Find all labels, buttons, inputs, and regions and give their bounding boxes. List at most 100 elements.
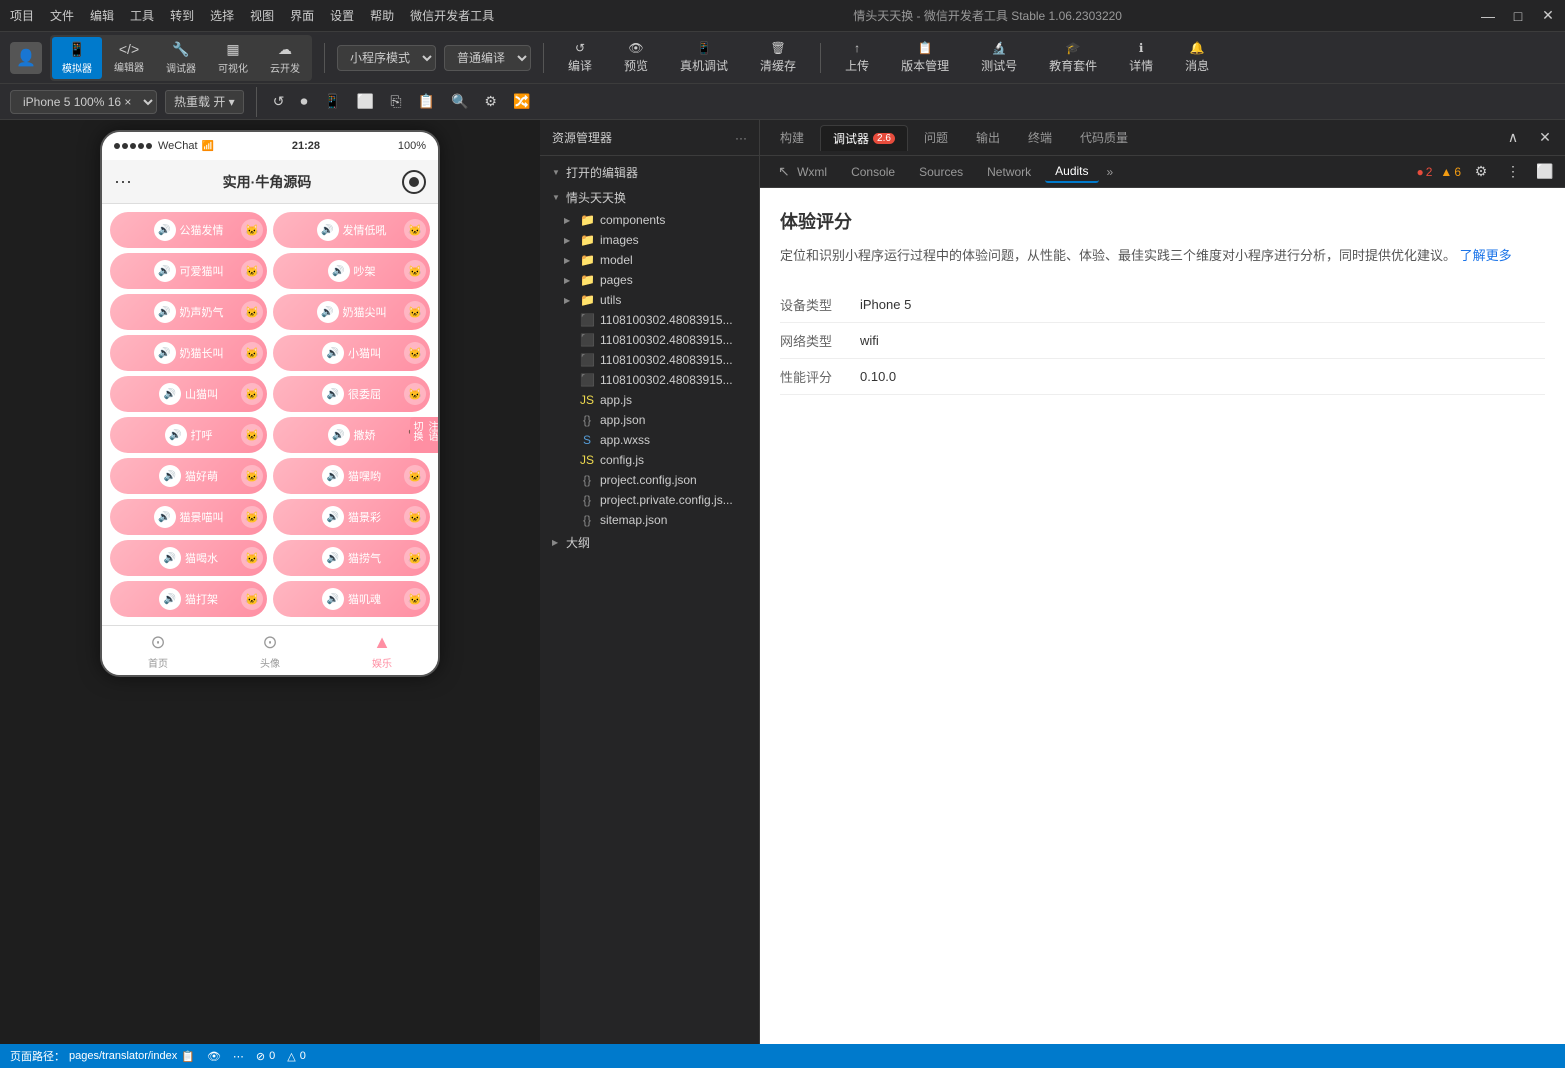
sound-btn-1-1[interactable]: 🔊 吵架 🐱 — [273, 253, 430, 289]
tab-issues[interactable]: 问题 — [912, 125, 960, 150]
collapse-debugger-btn[interactable]: ∧ — [1501, 126, 1525, 150]
phone-preview-icon[interactable]: 📱 — [319, 93, 344, 110]
tree-appwxss[interactable]: S app.wxss — [540, 430, 759, 450]
sound-btn-2-0[interactable]: 🔊 奶声奶气 🐱 — [110, 294, 267, 330]
minimize-button[interactable]: — — [1481, 9, 1495, 23]
tree-components[interactable]: ▶ 📁 components — [540, 210, 759, 230]
tab-debugger[interactable]: 调试器 2.6 — [820, 125, 908, 151]
menu-item-edit[interactable]: 编辑 — [90, 7, 114, 24]
sound-btn-6-1[interactable]: 🔊 猫嘿哟 🐱 — [273, 458, 430, 494]
subtab-audits[interactable]: Audits — [1045, 161, 1098, 183]
message-btn[interactable]: 🔔 消息 — [1173, 37, 1221, 78]
menu-item-help[interactable]: 帮助 — [370, 7, 394, 24]
sound-btn-5-1[interactable]: 🔊 撒娇 🐕 — [273, 417, 430, 453]
copy-icon[interactable]: ⎘ — [386, 93, 405, 110]
path-copy-icon[interactable]: 📋 — [181, 1050, 195, 1063]
switch-overlay[interactable]: 切换注语 — [410, 417, 438, 453]
tree-projectconfig[interactable]: {} project.config.json — [540, 470, 759, 490]
close-button[interactable]: ✕ — [1541, 9, 1555, 23]
details-btn[interactable]: ℹ 详情 — [1117, 37, 1165, 78]
cloud-btn[interactable]: ☁ 云开发 — [260, 37, 310, 79]
visual-btn[interactable]: ▦ 可视化 — [208, 37, 258, 79]
status-more-icon[interactable]: ⋯ — [233, 1050, 244, 1063]
clear-cache-btn[interactable]: 🗑 清缓存 — [748, 37, 808, 78]
simulator-btn[interactable]: 📱 模拟器 — [52, 37, 102, 79]
tree-projectprivate[interactable]: {} project.private.config.js... — [540, 490, 759, 510]
tree-configjs[interactable]: JS config.js — [540, 450, 759, 470]
outline-section[interactable]: ▶ 大纲 — [540, 530, 759, 555]
project-section[interactable]: ▼ 情头天天换 — [540, 185, 759, 210]
switch-icon[interactable]: 🔀 — [509, 93, 534, 110]
paste-icon[interactable]: 📋 — [414, 93, 439, 110]
menu-item-select[interactable]: 选择 — [210, 7, 234, 24]
sound-btn-7-1[interactable]: 🔊 猫景彩 🐱 — [273, 499, 430, 535]
compile-select[interactable]: 普通编译 — [444, 45, 531, 71]
status-preview-icon[interactable]: 👁 — [207, 1050, 221, 1063]
sound-btn-1-0[interactable]: 🔊 可爱猫叫 🐱 — [110, 253, 267, 289]
sound-btn-2-1[interactable]: 🔊 奶猫尖叫 🐱 — [273, 294, 430, 330]
menu-item-file[interactable]: 文件 — [50, 7, 74, 24]
tree-utils[interactable]: ▶ 📁 utils — [540, 290, 759, 310]
bottom-nav-home[interactable]: ⊙ 首页 — [102, 626, 214, 675]
tree-file-2[interactable]: ⬛ 1108100302.48083915... — [540, 350, 759, 370]
menu-item-tools[interactable]: 工具 — [130, 7, 154, 24]
maximize-button[interactable]: □ — [1511, 9, 1525, 23]
hot-reload-btn[interactable]: 热重载 开 ▾ — [165, 90, 244, 114]
sound-btn-8-1[interactable]: 🔊 猫捞气 🐱 — [273, 540, 430, 576]
device-select[interactable]: iPhone 5 100% 16 × — [10, 90, 157, 114]
nav-back-dots[interactable]: ··· — [114, 171, 132, 192]
menu-item-project[interactable]: 项目 — [10, 7, 34, 24]
real-device-btn[interactable]: 📱 真机调试 — [668, 37, 740, 78]
menu-item-devtools[interactable]: 微信开发者工具 — [410, 7, 494, 24]
refresh-icon[interactable]: ↺ — [269, 93, 289, 110]
mode-select[interactable]: 小程序模式 — [337, 45, 436, 71]
sound-btn-8-0[interactable]: 🔊 猫喝水 🐱 — [110, 540, 267, 576]
tree-file-3[interactable]: ⬛ 1108100302.48083915... — [540, 370, 759, 390]
user-avatar[interactable]: 👤 — [10, 42, 42, 74]
sound-btn-5-0[interactable]: 🔊 打呼 🐱 — [110, 417, 267, 453]
tree-appjs[interactable]: JS app.js — [540, 390, 759, 410]
edu-btn[interactable]: 🎓 教育套件 — [1037, 37, 1109, 78]
version-mgmt-btn[interactable]: 📋 版本管理 — [889, 37, 961, 78]
settings-icon[interactable]: ⚙ — [480, 93, 501, 110]
tab-output[interactable]: 输出 — [964, 125, 1012, 150]
menu-item-goto[interactable]: 转到 — [170, 7, 194, 24]
menu-item-interface[interactable]: 界面 — [290, 7, 314, 24]
tree-sitemap[interactable]: {} sitemap.json — [540, 510, 759, 530]
tree-images[interactable]: ▶ 📁 images — [540, 230, 759, 250]
preview-btn[interactable]: 👁 预览 — [612, 37, 660, 78]
settings-debugger-btn[interactable]: ⚙ — [1469, 160, 1493, 184]
sound-btn-9-0[interactable]: 🔊 猫打架 🐱 — [110, 581, 267, 617]
sound-btn-6-0[interactable]: 🔊 猫好萌 🐱 — [110, 458, 267, 494]
open-editors-section[interactable]: ▼ 打开的编辑器 — [540, 160, 759, 185]
nav-record-btn[interactable] — [402, 170, 426, 194]
debugger-btn[interactable]: 🔧 调试器 — [156, 37, 206, 79]
subtab-console[interactable]: Console — [841, 162, 905, 182]
expand-debugger-btn[interactable]: ⬜ — [1533, 160, 1557, 184]
learn-more-link[interactable]: 了解更多 — [1460, 248, 1512, 263]
tab-code-quality[interactable]: 代码质量 — [1068, 125, 1140, 150]
tab-terminal[interactable]: 终端 — [1016, 125, 1064, 150]
sound-btn-3-1[interactable]: 🔊 小猫叫 🐱 — [273, 335, 430, 371]
more-tabs-icon[interactable]: » — [1107, 165, 1114, 179]
record-icon[interactable]: ⏺ — [296, 93, 311, 110]
sound-btn-0-1[interactable]: 🔊 发情低吼 🐱 — [273, 212, 430, 248]
explorer-more-icon[interactable]: ··· — [735, 131, 747, 145]
menu-item-view[interactable]: 视图 — [250, 7, 274, 24]
bottom-nav-avatar[interactable]: ⊙ 头像 — [214, 626, 326, 675]
sound-btn-7-0[interactable]: 🔊 猫景喵叫 🐱 — [110, 499, 267, 535]
fullscreen-icon[interactable]: ⬜ — [353, 93, 378, 110]
upload-btn[interactable]: ↑ 上传 — [833, 37, 881, 78]
subtab-sources[interactable]: Sources — [909, 162, 973, 182]
more-options-btn[interactable]: ⋮ — [1501, 160, 1525, 184]
menu-item-settings[interactable]: 设置 — [330, 7, 354, 24]
sound-btn-4-1[interactable]: 🔊 很委屈 🐱 — [273, 376, 430, 412]
test-account-btn[interactable]: 🔬 测试号 — [969, 37, 1029, 78]
subtab-network[interactable]: Network — [977, 162, 1041, 182]
tree-file-1[interactable]: ⬛ 1108100302.48083915... — [540, 330, 759, 350]
tree-model[interactable]: ▶ 📁 model — [540, 250, 759, 270]
tree-pages[interactable]: ▶ 📁 pages — [540, 270, 759, 290]
subtab-wxml[interactable]: ↖ Wxml — [768, 160, 837, 183]
tree-appjson[interactable]: {} app.json — [540, 410, 759, 430]
tab-build[interactable]: 构建 — [768, 125, 816, 150]
